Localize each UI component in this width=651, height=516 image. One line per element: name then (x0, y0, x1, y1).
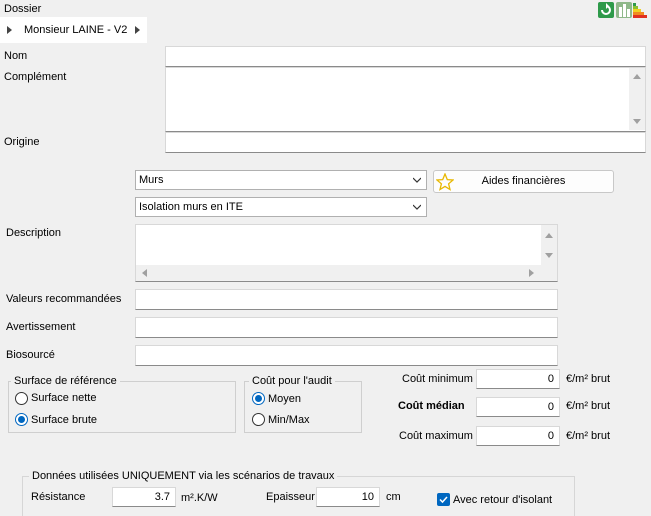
complement-textarea[interactable] (165, 67, 646, 132)
description-hscrollbar[interactable] (136, 265, 541, 281)
scroll-right-icon[interactable] (529, 269, 534, 277)
cout-audit-group-title: Coût pour l'audit (249, 375, 335, 388)
scroll-left-icon[interactable] (142, 269, 147, 277)
chevron-down-icon (413, 177, 421, 183)
surface-nette-radio[interactable] (15, 392, 28, 405)
minmax-radio[interactable] (252, 413, 265, 426)
scroll-down-icon[interactable] (633, 119, 641, 124)
complement-label: Complément (4, 71, 67, 83)
epaisseur-input[interactable]: 10 (316, 487, 380, 507)
resistance-input[interactable]: 3.7 (112, 487, 176, 507)
surface-brute-label[interactable]: Surface brute (31, 414, 97, 427)
epaisseur-unit: cm (386, 491, 401, 503)
scroll-down-icon[interactable] (545, 253, 553, 258)
aides-financieres-button[interactable]: Aides financières (433, 170, 614, 193)
energy-label-icon[interactable] (633, 2, 649, 18)
surface-brute-radio[interactable] (15, 413, 28, 426)
work-select[interactable]: Isolation murs en ITE (135, 197, 427, 217)
retour-label[interactable]: Avec retour d'isolant (453, 494, 552, 507)
epaisseur-label: Epaisseur (266, 491, 315, 503)
description-vscrollbar[interactable] (541, 225, 557, 281)
moyen-radio[interactable] (252, 392, 265, 405)
scroll-up-icon[interactable] (545, 233, 553, 238)
scroll-up-icon[interactable] (633, 74, 641, 79)
cout-minimum-input[interactable]: 0 (476, 369, 560, 389)
avertissement-input[interactable] (135, 317, 558, 338)
minmax-label[interactable]: Min/Max (268, 414, 310, 427)
scenarios-title: Données utilisées UNIQUEMENT via les scé… (29, 470, 338, 483)
cout-median-input[interactable]: 0 (476, 397, 560, 417)
avertissement-label: Avertissement (6, 321, 76, 333)
cout-maximum-unit: €/m² brut (566, 430, 611, 442)
valeurs-label: Valeurs recommandées (6, 293, 122, 305)
recycle-icon[interactable] (598, 2, 614, 18)
description-label: Description (6, 227, 62, 239)
breadcrumb[interactable]: Monsieur LAINE - V2 (0, 17, 147, 43)
nom-input[interactable] (165, 46, 646, 67)
aides-financieres-label: Aides financières (481, 175, 566, 187)
moyen-label[interactable]: Moyen (268, 393, 301, 406)
origine-label: Origine (4, 136, 40, 148)
surface-group-title: Surface de référence (11, 375, 120, 388)
breadcrumb-text: Monsieur LAINE - V2 (24, 24, 128, 36)
breadcrumb-expand-icon[interactable] (7, 26, 12, 34)
cout-median-unit: €/m² brut (566, 400, 611, 412)
retour-checkbox[interactable] (437, 493, 450, 506)
breadcrumb-next-icon[interactable] (135, 26, 140, 34)
cout-maximum-label: Coût maximum (399, 430, 473, 442)
biosource-label: Biosourcé (6, 349, 55, 361)
nom-label: Nom (4, 50, 28, 62)
chevron-down-icon (413, 204, 421, 210)
work-select-value: Isolation murs en ITE (139, 201, 243, 213)
origine-input[interactable] (165, 132, 646, 153)
cout-minimum-unit: €/m² brut (566, 373, 611, 385)
cout-maximum-input[interactable]: 0 (476, 426, 560, 446)
cout-minimum-label: Coût minimum (402, 373, 473, 385)
category-select[interactable]: Murs (135, 170, 427, 190)
star-icon (436, 173, 454, 191)
resistance-label: Résistance (31, 491, 86, 503)
buildings-icon[interactable] (616, 2, 632, 18)
biosource-input[interactable] (135, 345, 558, 366)
description-textarea[interactable] (135, 224, 558, 282)
resistance-unit: m².K/W (181, 492, 218, 504)
category-select-value: Murs (139, 174, 164, 186)
complement-scrollbar[interactable] (629, 68, 645, 130)
cout-median-label: Coût médian (398, 400, 465, 412)
dossier-label: Dossier (4, 3, 42, 15)
surface-nette-label[interactable]: Surface nette (31, 392, 96, 405)
valeurs-input[interactable] (135, 289, 558, 310)
